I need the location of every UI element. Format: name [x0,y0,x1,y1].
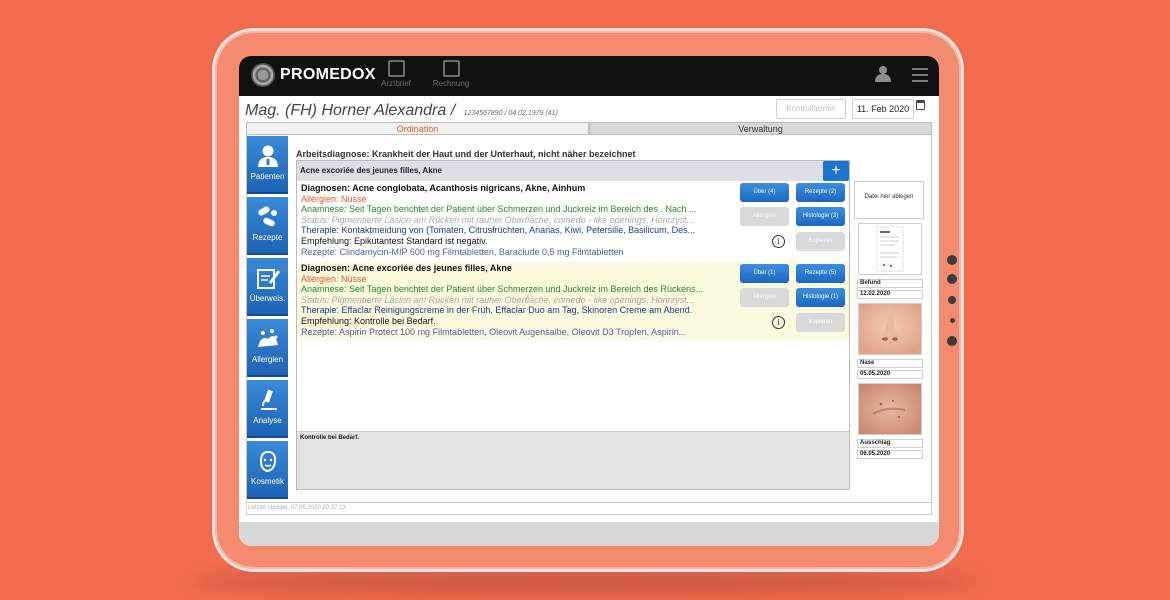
file-date: 12.02.2020 [857,290,923,299]
entry-therapie: Therapie: Kontaktmeidung von (Tomaten, C… [301,225,696,236]
tablet-side-button [948,296,956,304]
tab-verwaltung[interactable]: Verwaltung [589,122,932,135]
bottom-bar [239,522,939,546]
sidebar-item-rezepte[interactable]: Rezepte [247,197,288,255]
ueber-button[interactable]: Über (4) [740,183,789,202]
tablet-shadow [190,572,980,592]
add-entry-button[interactable]: + [823,161,849,181]
face-icon [259,450,276,473]
tablet-side-button [947,255,957,265]
rezepte-button[interactable]: Rezepte (2) [796,183,845,202]
toolbar-rechnung[interactable]: Rechnung [429,60,473,88]
pills-icon [257,206,277,227]
edit-icon [387,60,405,77]
sidebar-item-ueberweisung[interactable]: Überweis. [247,258,288,316]
sidebar-item-kosmetik[interactable]: Kosmetik [247,441,288,499]
befund-thumbnail[interactable] [858,223,922,275]
tablet-side-button [947,274,957,284]
tab-ordination[interactable]: Ordination [246,122,589,135]
sidebar-item-label: Rezepte [252,233,283,242]
entry-status: Status: Pigmentierte Läsion am Rücken mi… [301,294,695,305]
hamburger-menu-icon[interactable] [912,68,928,82]
entry-allergien: Allergien: Nüsse [301,273,367,284]
patient-meta: 1234567890 / 04.02.1979 (41) [463,110,558,117]
diagnosis-panel: Acne excoriée des jeunes filles, Akne + … [296,160,850,490]
entry-empfehlung: Empfehlung: Kontrolle bei Bedarf. [301,315,436,326]
kopieren-button[interactable]: Kopieren [796,313,845,332]
tablet-side-button [950,318,955,323]
panel-footer: Kontrolle bei Bedarf. [297,431,849,489]
nose-photo-icon [859,304,921,354]
allergien-button[interactable]: Allergien [740,288,789,307]
file-name: Ausschlag [857,439,923,448]
file-name: Befund [857,279,923,288]
doctor-icon [257,145,278,167]
document-thumbnail-icon [876,226,904,272]
sidebar-item-label: Analyse [253,416,282,425]
file-date: 05.05.2020 [857,370,923,379]
info-icon[interactable]: i [772,235,785,248]
file-date: 06.05.2020 [857,450,923,459]
sidebar-item-label: Kosmetik [251,477,284,486]
toolbar-item-label: Rechnung [432,79,470,88]
status-bar: Letzter Update: 07.05.2020 20:37:13 [246,503,932,515]
microscope-icon [260,389,277,410]
entry-anamnese: Anamnese: Seit Tagen berichtet der Patie… [301,284,704,295]
app-screen: PROMEDOX Arztbrief Rechnung Mag. (FH) Ho… [239,56,939,546]
sidebar-item-label: Allergien [251,355,284,364]
kontrolltermin-button[interactable]: Kontrolltermin [776,99,846,119]
tab-bar: Ordination Verwaltung [246,122,932,135]
rezepte-button[interactable]: Rezepte (5) [796,264,845,283]
info-icon[interactable]: i [772,316,785,329]
ausschlag-thumbnail[interactable] [858,383,922,435]
entry-text: Diagnosen: Acne excoriée des jeunes fill… [301,263,737,337]
sidebar-item-allergien[interactable]: Allergien [247,319,288,377]
histologie-button[interactable]: Histologie (1) [796,288,845,307]
toolbar-arztbrief[interactable]: Arztbrief [374,60,418,88]
allergien-button[interactable]: Allergien [740,207,789,226]
panel-header: Acne excoriée des jeunes filles, Akne [297,161,849,181]
user-icon[interactable] [874,66,892,84]
top-bar: PROMEDOX Arztbrief Rechnung [239,56,939,96]
entry-rezepte: Rezepte: Aspirin Protect 100 mg Filmtabl… [301,326,687,337]
diagnosis-entry[interactable]: Diagnosen: Acne conglobata, Acanthosis n… [297,182,849,260]
calculator-icon [442,60,460,77]
ueber-button[interactable]: Über (1) [740,264,789,283]
arbeitsdiagnose-heading: Arbeitsdiagnose: Krankheit der Haut und … [296,149,636,159]
entry-empfehlung: Empfehlung: Epikutantest Standard ist ne… [301,235,488,246]
allergy-icon [257,329,278,347]
toolbar-item-label: Arztbrief [381,79,411,88]
referral-icon [256,269,280,289]
sidebar-item-analyse[interactable]: Analyse [247,380,288,438]
app-logo: PROMEDOX [280,66,376,83]
patient-name: Mag. (FH) Horner Alexandra / [245,102,456,119]
skin-photo-icon [859,384,921,434]
logo-icon [251,63,275,87]
entry-anamnese: Anamnese: Seit Tagen berichtet der Patie… [301,204,697,215]
entry-therapie: Therapie: Effaclar Reinigungscreme in de… [301,305,693,316]
entry-diagnose: Diagnosen: Acne excoriée des jeunes fill… [301,263,512,273]
diagnosis-entry[interactable]: Diagnosen: Acne excoriée des jeunes fill… [297,262,849,340]
patient-header: Mag. (FH) Horner Alexandra / 1234567890 … [245,102,558,120]
entry-text: Diagnosen: Acne conglobata, Acanthosis n… [301,183,737,257]
file-name: Nase [857,359,923,368]
tablet-side-button [947,336,957,346]
sidebar: Patienten Rezepte Überweis. Allergien An… [247,136,288,502]
nase-thumbnail[interactable] [858,303,922,355]
kopieren-button[interactable]: Kopieren [796,232,845,251]
sidebar-item-label: Überweis. [249,294,286,303]
sidebar-item-patienten[interactable]: Patienten [247,136,288,194]
histologie-button[interactable]: Histologie (3) [796,207,845,226]
entry-status: Status: Pigmentierte Läsion am Rücken mi… [301,214,695,225]
entry-allergien: Allergien: Nüsse [301,193,367,204]
file-drop-zone[interactable]: Datei hier ablegen [854,181,924,219]
date-field[interactable]: 11. Feb 2020 [852,99,914,119]
entry-diagnose: Diagnosen: Acne conglobata, Acanthosis n… [301,183,586,193]
entry-rezepte: Rezepte: Clindamycin-MIP 600 mg Filmtabl… [301,246,624,257]
sidebar-item-label: Patienten [250,172,285,181]
calendar-icon[interactable] [916,100,925,110]
